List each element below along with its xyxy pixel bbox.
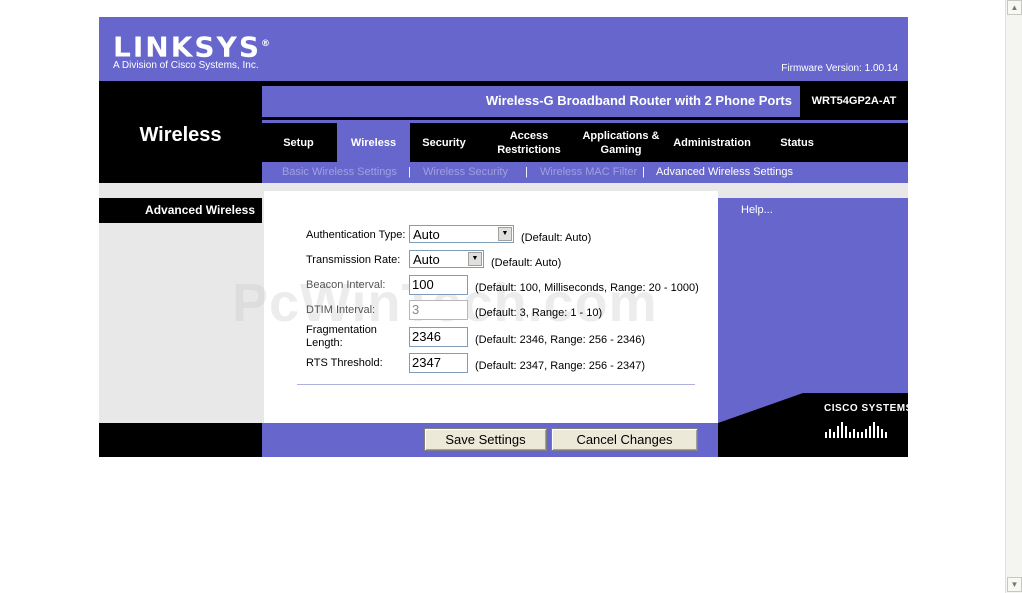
tab-security[interactable]: Security	[410, 123, 478, 162]
help-link[interactable]: Help...	[741, 204, 773, 216]
footer-left	[99, 423, 262, 457]
auth-type-value: Auto	[413, 227, 440, 242]
dtim-interval-input[interactable]: 3	[409, 300, 468, 320]
fragmentation-length-hint: (Default: 2346, Range: 256 - 2346)	[475, 334, 646, 346]
fragmentation-length-input[interactable]: 2346	[409, 327, 468, 347]
tx-rate-label: Transmission Rate:	[306, 254, 401, 266]
subnav-wireless-security[interactable]: Wireless Security	[423, 166, 508, 178]
sub-navigation: Basic Wireless Settings | Wireless Secur…	[262, 162, 908, 183]
tx-rate-hint: (Default: Auto)	[491, 257, 562, 269]
tab-wireless[interactable]: Wireless	[337, 123, 410, 162]
firmware-version: Firmware Version: 1.00.14	[781, 63, 898, 74]
tab-administration[interactable]: Administration	[666, 123, 758, 162]
content-panel-top	[262, 183, 718, 191]
cancel-changes-button[interactable]: Cancel Changes	[551, 428, 698, 451]
header-banner: LINKSYS® A Division of Cisco Systems, In…	[99, 17, 908, 81]
save-settings-button[interactable]: Save Settings	[424, 428, 547, 451]
logo-subtitle: A Division of Cisco Systems, Inc.	[113, 60, 259, 71]
product-name: Wireless-G Broadband Router with 2 Phone…	[485, 93, 792, 108]
section-heading: Wireless	[139, 124, 222, 146]
auth-type-select[interactable]: Auto ▼	[409, 225, 514, 243]
vertical-scrollbar[interactable]: ▲ ▼	[1005, 0, 1022, 593]
beacon-interval-hint: (Default: 100, Milliseconds, Range: 20 -…	[475, 282, 699, 294]
auth-type-hint: (Default: Auto)	[521, 232, 592, 244]
tx-rate-select[interactable]: Auto ▼	[409, 250, 484, 268]
scroll-up-icon[interactable]: ▲	[1007, 0, 1022, 15]
tab-applications-gaming[interactable]: Applications & Gaming	[576, 123, 666, 162]
chevron-down-icon[interactable]: ▼	[468, 252, 482, 266]
help-column	[718, 198, 908, 423]
beacon-interval-input[interactable]: 100	[409, 275, 468, 295]
tab-status[interactable]: Status	[766, 123, 828, 162]
rts-threshold-label: RTS Threshold:	[306, 357, 383, 369]
cisco-logo-text: CISCO SYSTEMS	[824, 403, 913, 414]
chevron-down-icon[interactable]: ▼	[498, 227, 512, 241]
tab-setup[interactable]: Setup	[262, 123, 335, 162]
dtim-interval-label: DTIM Interval:	[306, 304, 376, 316]
rts-threshold-input[interactable]: 2347	[409, 353, 468, 373]
subnav-separator: |	[642, 166, 645, 178]
dtim-interval-hint: (Default: 3, Range: 1 - 10)	[475, 307, 603, 319]
subnav-advanced-wireless[interactable]: Advanced Wireless Settings	[656, 166, 793, 178]
form-divider	[297, 384, 695, 385]
scroll-down-icon[interactable]: ▼	[1007, 577, 1022, 592]
auth-type-label: Authentication Type:	[306, 229, 406, 241]
rts-threshold-hint: (Default: 2347, Range: 256 - 2347)	[475, 360, 646, 372]
cisco-panel-corner	[718, 393, 803, 423]
tab-access-restrictions[interactable]: Access Restrictions	[482, 123, 576, 162]
subnav-basic-wireless[interactable]: Basic Wireless Settings	[282, 166, 397, 178]
linksys-logo: LINKSYS®	[113, 30, 270, 64]
section-title: Advanced Wireless	[145, 203, 255, 217]
model-number: WRT54GP2A-AT	[811, 95, 897, 107]
subnav-separator: |	[408, 166, 411, 178]
cisco-bridge-icon	[825, 422, 887, 438]
product-bar: Wireless-G Broadband Router with 2 Phone…	[262, 86, 800, 117]
subnav-separator: |	[525, 166, 528, 178]
beacon-interval-label: Beacon Interval:	[306, 279, 386, 291]
tx-rate-value: Auto	[413, 252, 440, 267]
right-column-top	[718, 183, 908, 198]
subnav-wireless-mac-filter[interactable]: Wireless MAC Filter	[540, 166, 637, 178]
fragmentation-length-label: Fragmentation Length:	[306, 324, 377, 349]
